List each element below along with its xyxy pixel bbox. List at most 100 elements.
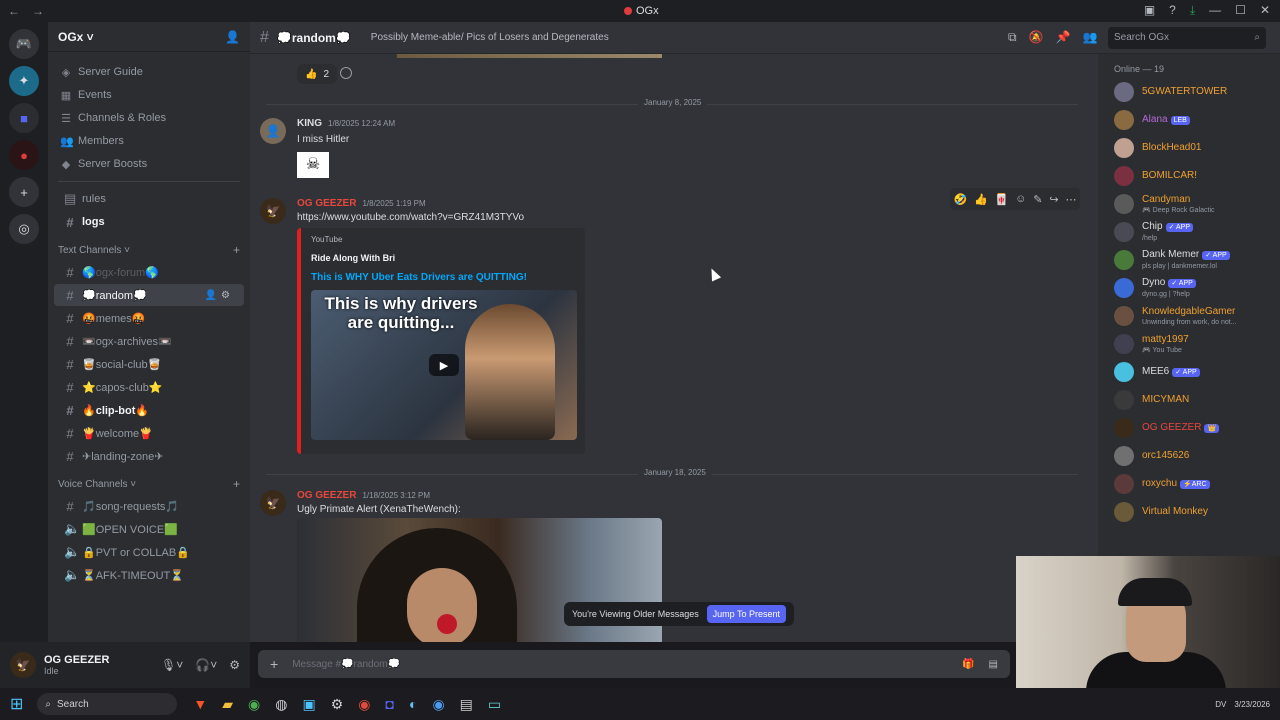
channel-landing-zone[interactable]: # ✈landing-zone✈ [54, 445, 244, 467]
avatar[interactable] [1114, 446, 1134, 466]
channel-memes[interactable]: # 🤬memes🤬 [54, 307, 244, 329]
channel-settings-icon[interactable]: 👤⚙ [205, 290, 234, 301]
channel-clip-bot[interactable]: # 🔥clip-bot🔥 [54, 399, 244, 421]
video-thumbnail[interactable]: This is why drivers are quitting... ▶ [311, 290, 577, 440]
brave-icon[interactable]: ▼ [193, 696, 207, 713]
voice-open-voice[interactable]: 🔈 🟩OPEN VOICE🟩 [54, 518, 244, 540]
member-item[interactable]: MICYMAN [1098, 386, 1280, 414]
server-icon-2[interactable]: ■ [9, 103, 39, 133]
member-item[interactable]: Chip ✓ APP/help [1098, 218, 1280, 246]
help-icon[interactable]: ? [1169, 3, 1176, 18]
avatar[interactable] [1114, 334, 1134, 354]
channel-capos-club[interactable]: # ⭐capos-club⭐ [54, 376, 244, 398]
avatar[interactable]: 🦅 [10, 652, 36, 678]
avatar[interactable] [1114, 418, 1134, 438]
avatar[interactable] [1114, 278, 1134, 298]
member-item[interactable]: Dyno ✓ APP dyno.gg | ?help [1098, 274, 1280, 302]
nav-events[interactable]: ▦ Events [48, 84, 250, 106]
member-item[interactable]: KnowledgableGamer Unwinding from work, do… [1098, 302, 1280, 330]
member-item[interactable]: orc145626 [1098, 442, 1280, 470]
member-item[interactable]: 5GWATERTOWER [1098, 78, 1280, 106]
member-item[interactable]: BlockHead01 [1098, 134, 1280, 162]
avatar[interactable] [1114, 194, 1134, 214]
youtube-link[interactable]: https://www.youtube.com/watch?v=GRZ41M3T… [297, 212, 524, 223]
embed-provider[interactable]: YouTube [311, 235, 342, 244]
invite-icon[interactable]: 👤 [225, 30, 240, 44]
inbox-icon[interactable]: ▣ [1144, 3, 1155, 18]
jump-to-present-button[interactable]: Jump To Present [706, 605, 786, 623]
channel-rules[interactable]: ▤ rules [54, 188, 244, 210]
server-header[interactable]: OGx ˅ 👤 [48, 22, 250, 52]
headphones-icon[interactable]: 🎧˅ [195, 658, 217, 672]
search-input[interactable]: Search OGx ⌕ [1108, 27, 1266, 49]
add-channel-icon[interactable]: + [233, 243, 240, 257]
gift-icon[interactable]: 🎁 [962, 659, 974, 670]
avatar[interactable] [1114, 82, 1134, 102]
back-arrow-icon[interactable]: ← [8, 4, 20, 18]
member-item[interactable]: Dank Memer ✓ APP pls play | dankmemer.lol [1098, 246, 1280, 274]
threads-icon[interactable]: ⧉ [1008, 30, 1017, 45]
avatar[interactable]: 🦅 [260, 198, 286, 224]
taskbar-search[interactable]: ⌕ Search [37, 693, 178, 715]
forward-arrow-icon[interactable]: → [32, 4, 44, 18]
avatar[interactable] [1114, 474, 1134, 494]
message-author[interactable]: KING 1/8/2025 12:24 AM [297, 118, 395, 129]
category-text-channels[interactable]: Text Channels ˅ + [48, 239, 250, 261]
discover-icon[interactable]: ◎ [9, 214, 39, 244]
add-channel-icon[interactable]: + [233, 477, 240, 491]
member-item[interactable]: MEE6 ✓ APP [1098, 358, 1280, 386]
maximize-button[interactable]: ☐ [1235, 3, 1246, 18]
emoji-react-icon[interactable]: 🤣 [953, 193, 967, 206]
voice-song-requests[interactable]: # 🎵song-requests🎵 [54, 495, 244, 517]
more-options-icon[interactable]: ⋯ [1065, 193, 1076, 206]
channel-logs[interactable]: # logs [54, 211, 244, 233]
avatar[interactable] [1114, 110, 1134, 130]
message-author[interactable]: OG GEEZER 1/8/2025 1:19 PM [297, 198, 426, 209]
message-author[interactable]: OG GEEZER 1/18/2025 3:12 PM [297, 490, 430, 501]
settings-gear-icon[interactable]: ⚙ [229, 658, 240, 672]
message-input[interactable]: + Message #💭random💭 🎁 ▤ [258, 650, 1010, 678]
add-server-icon[interactable]: + [9, 177, 39, 207]
app-icon[interactable]: ⚙ [331, 696, 344, 713]
play-icon[interactable]: ▶ [429, 354, 459, 376]
app-icon[interactable]: ◉ [432, 696, 444, 713]
add-reaction-icon[interactable]: ☺ [1015, 193, 1026, 205]
user-info[interactable]: OG GEEZER Idle [44, 654, 109, 676]
chrome-icon[interactable]: ◉ [248, 696, 260, 713]
steam-icon[interactable]: ◐ [409, 696, 417, 713]
skull-image[interactable]: ☠ [297, 152, 329, 178]
avatar[interactable] [1114, 362, 1134, 382]
member-list-icon[interactable]: 👥 [1082, 30, 1097, 45]
channel-random[interactable]: # 💭random💭 👤⚙ [54, 284, 244, 306]
avatar[interactable] [1114, 306, 1134, 326]
edit-icon[interactable]: ✎ [1033, 193, 1042, 206]
gif-icon[interactable]: ▤ [989, 659, 998, 670]
tray-text[interactable]: DV [1215, 700, 1226, 709]
minimize-button[interactable]: — [1209, 3, 1221, 18]
nav-server-guide[interactable]: ◈ Server Guide [48, 61, 250, 83]
server-icon-ogx[interactable]: ● [9, 140, 39, 170]
notepad-icon[interactable]: ▤ [460, 696, 473, 713]
embed-title[interactable]: This is WHY Uber Eats Drivers are QUITTI… [311, 272, 527, 283]
reaction-thumbs-up[interactable]: 👍 2 [297, 64, 338, 84]
embed-author[interactable]: Ride Along With Bri [311, 253, 395, 263]
category-voice-channels[interactable]: Voice Channels ˅ + [48, 473, 250, 495]
sticker-icon[interactable]: 🀄 [995, 193, 1009, 206]
member-item[interactable]: Virtual Monkey [1098, 498, 1280, 526]
channel-welcome[interactable]: # 🍟welcome🍟 [54, 422, 244, 444]
discord-home-icon[interactable]: 🎮 [9, 29, 39, 59]
avatar[interactable] [1114, 138, 1134, 158]
member-item[interactable]: BOMILCAR! [1098, 162, 1280, 190]
notifications-muted-icon[interactable]: 🔕 [1029, 30, 1044, 45]
add-reaction-icon[interactable] [340, 67, 352, 79]
thumbs-up-icon[interactable]: 👍 [974, 193, 988, 206]
avatar[interactable] [1114, 502, 1134, 522]
voice-pvt-collab[interactable]: 🔈 🔒PVT or COLLAB🔒 [54, 541, 244, 563]
app-icon[interactable]: ▣ [302, 696, 315, 713]
channel-topic[interactable]: Possibly Meme-able/ Pics of Losers and D… [371, 32, 609, 43]
attach-plus-icon[interactable]: + [270, 656, 278, 672]
reply-icon[interactable]: ↪ [1049, 193, 1058, 206]
channel-social-club[interactable]: # 🥃social-club🥃 [54, 353, 244, 375]
close-button[interactable]: ✕ [1260, 3, 1270, 18]
avatar[interactable]: 🦅 [260, 490, 286, 516]
